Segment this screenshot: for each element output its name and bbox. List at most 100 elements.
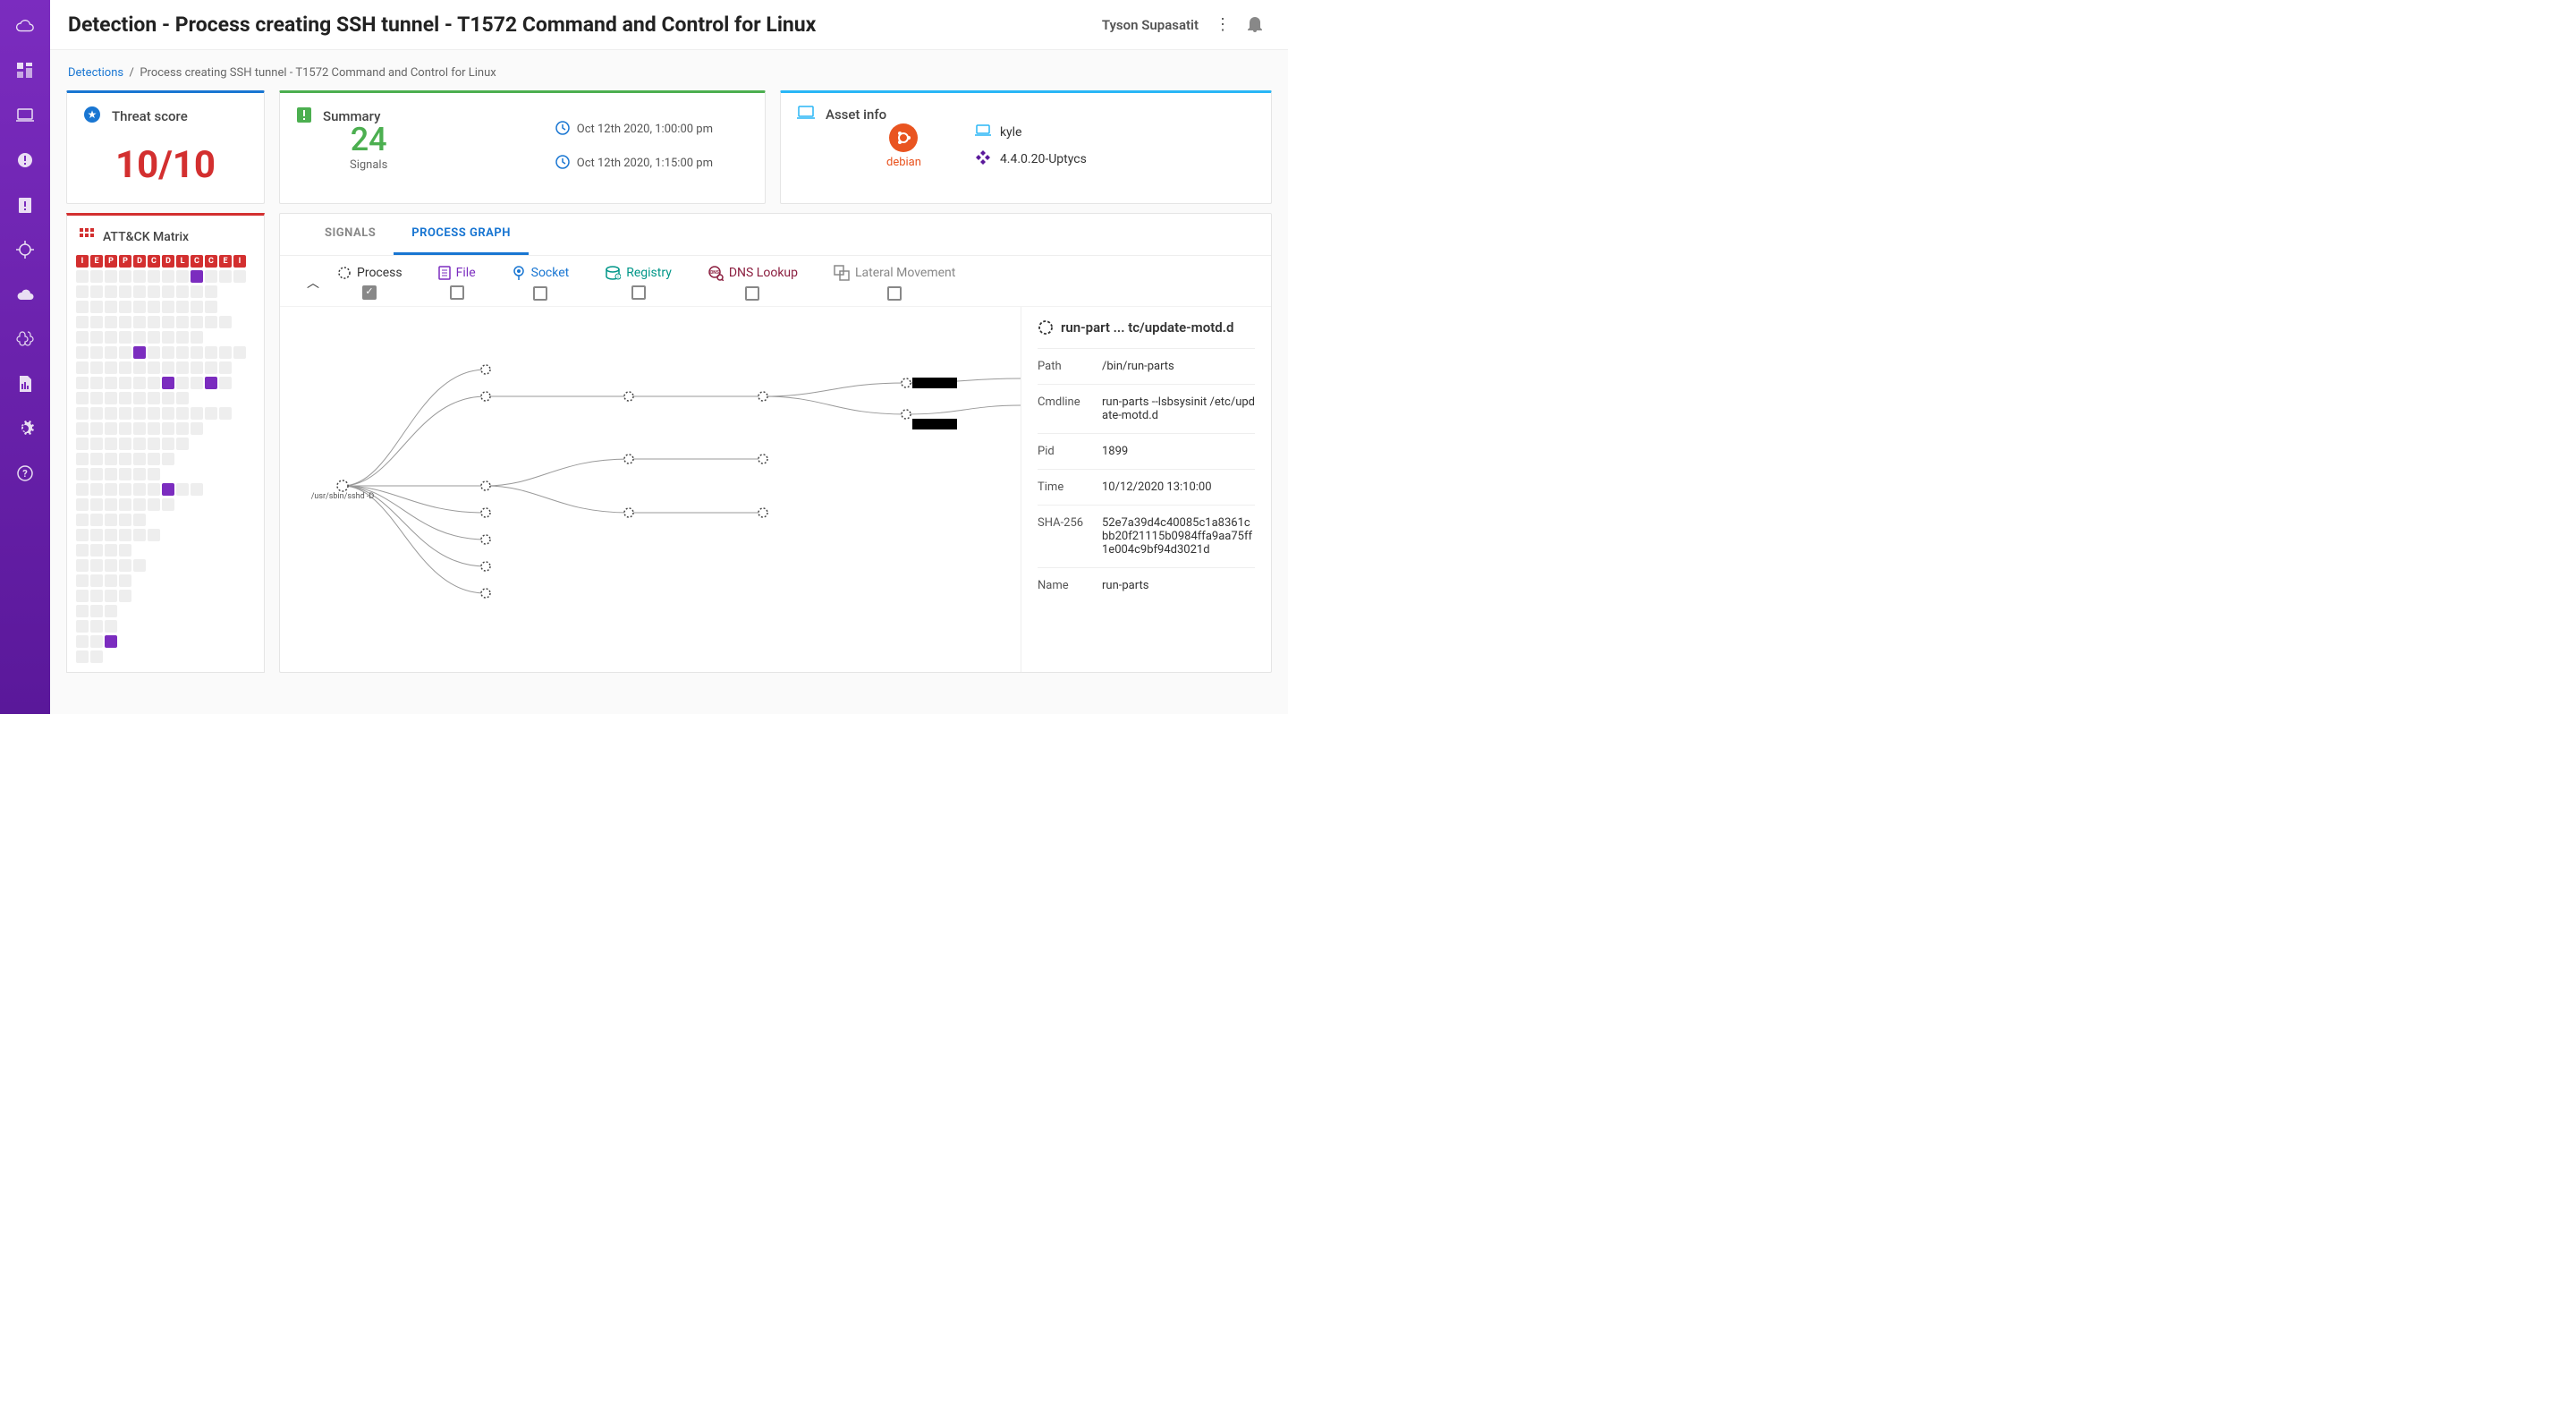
matrix-cell[interactable] <box>105 438 117 450</box>
matrix-cell[interactable] <box>105 346 117 359</box>
matrix-cell[interactable] <box>76 377 89 389</box>
matrix-cell[interactable] <box>90 529 103 541</box>
matrix-cell[interactable] <box>119 498 131 511</box>
matrix-cell[interactable] <box>191 361 203 374</box>
matrix-cell[interactable] <box>205 285 217 298</box>
tab-signals[interactable]: SIGNALS <box>307 214 394 255</box>
matrix-cell[interactable] <box>148 483 160 496</box>
matrix-cell[interactable] <box>148 498 160 511</box>
matrix-cell[interactable] <box>76 453 89 465</box>
matrix-cell[interactable] <box>162 483 174 496</box>
matrix-cell[interactable] <box>105 590 117 602</box>
matrix-cell[interactable] <box>119 301 131 313</box>
matrix-cell[interactable] <box>90 605 103 617</box>
matrix-cell[interactable] <box>176 438 189 450</box>
matrix-cell[interactable] <box>76 407 89 420</box>
matrix-cell[interactable] <box>76 285 89 298</box>
matrix-cell[interactable] <box>76 438 89 450</box>
matrix-cell[interactable] <box>133 316 146 328</box>
matrix-cell[interactable] <box>133 361 146 374</box>
matrix-cell[interactable] <box>76 468 89 480</box>
matrix-cell[interactable] <box>133 407 146 420</box>
matrix-cell[interactable] <box>76 392 89 404</box>
filter-lateral[interactable]: Lateral Movement <box>834 265 955 301</box>
matrix-cell[interactable] <box>119 285 131 298</box>
matrix-cell[interactable] <box>119 483 131 496</box>
matrix-cell[interactable] <box>90 620 103 633</box>
matrix-cell[interactable] <box>148 392 160 404</box>
matrix-cell[interactable] <box>148 453 160 465</box>
matrix-cell[interactable] <box>162 498 174 511</box>
matrix-cell[interactable] <box>133 453 146 465</box>
matrix-cell[interactable] <box>90 331 103 344</box>
matrix-cell[interactable] <box>119 559 131 572</box>
matrix-cell[interactable] <box>133 529 146 541</box>
matrix-cell[interactable] <box>191 346 203 359</box>
matrix-cell[interactable] <box>90 392 103 404</box>
matrix-cell[interactable] <box>119 392 131 404</box>
matrix-cell[interactable] <box>119 316 131 328</box>
matrix-cell[interactable] <box>176 346 189 359</box>
matrix-cell[interactable] <box>219 270 232 283</box>
matrix-cell[interactable] <box>205 377 217 389</box>
cloud-icon[interactable] <box>15 16 35 36</box>
matrix-cell[interactable] <box>76 483 89 496</box>
matrix-cell[interactable] <box>148 529 160 541</box>
matrix-cell[interactable] <box>191 483 203 496</box>
matrix-cell[interactable] <box>133 422 146 435</box>
matrix-cell[interactable] <box>119 377 131 389</box>
matrix-cell[interactable] <box>219 407 232 420</box>
matrix-cell[interactable] <box>133 331 146 344</box>
matrix-cell[interactable] <box>76 529 89 541</box>
matrix-cell[interactable] <box>119 529 131 541</box>
matrix-cell[interactable] <box>105 377 117 389</box>
matrix-cell[interactable] <box>162 422 174 435</box>
matrix-cell[interactable] <box>162 316 174 328</box>
matrix-cell[interactable] <box>105 529 117 541</box>
matrix-cell[interactable] <box>76 574 89 587</box>
matrix-cell[interactable] <box>119 453 131 465</box>
matrix-cell[interactable] <box>105 544 117 557</box>
matrix-cell[interactable] <box>90 422 103 435</box>
matrix-cell[interactable] <box>148 301 160 313</box>
matrix-cell[interactable] <box>105 635 117 648</box>
matrix-cell[interactable] <box>105 270 117 283</box>
matrix-cell[interactable] <box>233 346 246 359</box>
matrix-cell[interactable] <box>90 468 103 480</box>
chevron-up-icon[interactable]: ︿ <box>307 274 319 292</box>
matrix-cell[interactable] <box>119 346 131 359</box>
matrix-cell[interactable] <box>148 361 160 374</box>
matrix-cell[interactable] <box>133 483 146 496</box>
matrix-cell[interactable] <box>90 498 103 511</box>
matrix-cell[interactable] <box>90 483 103 496</box>
matrix-cell[interactable] <box>133 468 146 480</box>
matrix-cell[interactable] <box>90 361 103 374</box>
matrix-cell[interactable] <box>76 559 89 572</box>
matrix-cell[interactable] <box>90 453 103 465</box>
matrix-cell[interactable] <box>176 407 189 420</box>
matrix-cell[interactable] <box>162 285 174 298</box>
matrix-cell[interactable] <box>105 483 117 496</box>
matrix-cell[interactable] <box>219 377 232 389</box>
matrix-cell[interactable] <box>133 346 146 359</box>
matrix-cell[interactable] <box>133 270 146 283</box>
matrix-cell[interactable] <box>133 498 146 511</box>
matrix-cell[interactable] <box>90 544 103 557</box>
matrix-cell[interactable] <box>162 407 174 420</box>
matrix-cell[interactable] <box>205 346 217 359</box>
filter-process[interactable]: Process <box>337 266 402 300</box>
matrix-cell[interactable] <box>148 438 160 450</box>
matrix-cell[interactable] <box>148 270 160 283</box>
matrix-cell[interactable] <box>148 377 160 389</box>
matrix-cell[interactable] <box>205 361 217 374</box>
matrix-cell[interactable] <box>133 392 146 404</box>
matrix-cell[interactable] <box>90 346 103 359</box>
matrix-cell[interactable] <box>76 514 89 526</box>
matrix-cell[interactable] <box>162 438 174 450</box>
filter-socket[interactable]: Socket <box>512 265 570 301</box>
matrix-cell[interactable] <box>219 346 232 359</box>
filter-file[interactable]: File <box>438 266 476 300</box>
matrix-cell[interactable] <box>191 377 203 389</box>
matrix-cell[interactable] <box>105 392 117 404</box>
matrix-cell[interactable] <box>162 346 174 359</box>
